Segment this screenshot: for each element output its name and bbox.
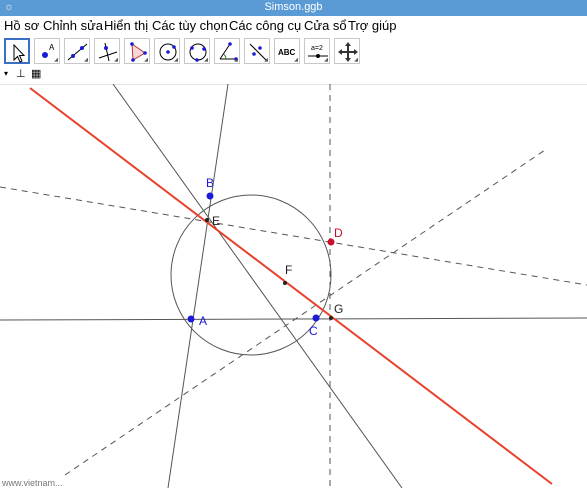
point-f[interactable] bbox=[283, 281, 287, 285]
point-b[interactable] bbox=[206, 192, 214, 200]
perpendicular-line-icon[interactable]: ◢ bbox=[94, 38, 120, 64]
dashed-line-bd[interactable] bbox=[0, 186, 587, 286]
label-f: F bbox=[285, 263, 292, 277]
menu-cac-cong-cu[interactable]: Các công cụ bbox=[229, 18, 301, 33]
label-e: E bbox=[212, 214, 220, 228]
polygon-icon[interactable]: ◢ bbox=[124, 38, 150, 64]
circumcircle[interactable] bbox=[170, 194, 332, 356]
simson-line[interactable] bbox=[29, 87, 553, 485]
slider-tool-label: a=2 bbox=[311, 45, 323, 52]
point-a[interactable] bbox=[187, 315, 195, 323]
title-bar: ☼ Simson.ggb bbox=[0, 0, 587, 16]
toolbar: A ◢ ◢ ◢ ◢ ◢ ◢ ◢ ◢ ABC ◢ a=2 ◢ ◢ bbox=[0, 36, 587, 68]
grid-icon[interactable]: ▦ bbox=[31, 67, 41, 80]
point-e[interactable] bbox=[205, 218, 209, 222]
reflect-about-line-icon[interactable]: ◢ bbox=[244, 38, 270, 64]
move-arrow-icon[interactable] bbox=[4, 38, 30, 64]
menu-ho-so[interactable]: Hồ sơ bbox=[4, 18, 39, 33]
line-ab[interactable] bbox=[167, 84, 229, 488]
circle-center-point-icon[interactable]: ◢ bbox=[154, 38, 180, 64]
dashed-line-df[interactable] bbox=[64, 149, 546, 476]
move-graphics-view-icon[interactable]: ◢ bbox=[334, 38, 360, 64]
line-through-two-points-icon[interactable]: ◢ bbox=[64, 38, 90, 64]
toggle-stylebar-icon[interactable]: ▾ bbox=[4, 69, 8, 78]
angle-icon[interactable]: ◢ bbox=[214, 38, 240, 64]
point-icon[interactable]: A ◢ bbox=[34, 38, 60, 64]
point-g[interactable] bbox=[329, 316, 333, 320]
label-g: G bbox=[334, 302, 343, 316]
circle-three-points-icon[interactable]: ◢ bbox=[184, 38, 210, 64]
graphics-view[interactable]: A B C D E F G www.vietnam... bbox=[0, 84, 587, 488]
label-b: B bbox=[206, 176, 214, 190]
menu-hien-thi[interactable]: Hiển thị bbox=[104, 18, 148, 33]
label-d: D bbox=[334, 226, 343, 240]
axes-icon[interactable]: ⊥ bbox=[16, 67, 26, 80]
label-c: C bbox=[309, 324, 318, 338]
menu-chinh-sua[interactable]: Chỉnh sửa bbox=[43, 18, 103, 33]
window-title: Simson.ggb bbox=[264, 1, 323, 13]
text-icon[interactable]: ABC ◢ bbox=[274, 38, 300, 64]
slider-icon[interactable]: a=2 ◢ bbox=[304, 38, 330, 64]
text-tool-label: ABC bbox=[278, 48, 296, 57]
menu-tro-giup[interactable]: Trợ giúp bbox=[348, 18, 397, 33]
menu-cua-so[interactable]: Cửa sổ bbox=[304, 18, 347, 33]
point-c[interactable] bbox=[312, 314, 320, 322]
line-bc[interactable] bbox=[112, 84, 403, 488]
style-bar: ▾ ⊥ ▦ bbox=[0, 68, 587, 85]
svg-text:A: A bbox=[49, 43, 55, 52]
label-a: A bbox=[199, 314, 207, 328]
menu-cac-tuy-chon[interactable]: Các tùy chọn bbox=[152, 18, 228, 33]
bottom-watermark-text: www.vietnam... bbox=[1, 478, 63, 488]
menu-bar: Hồ sơ Chỉnh sửa Hiển thị Các tùy chọn Cá… bbox=[0, 16, 587, 36]
